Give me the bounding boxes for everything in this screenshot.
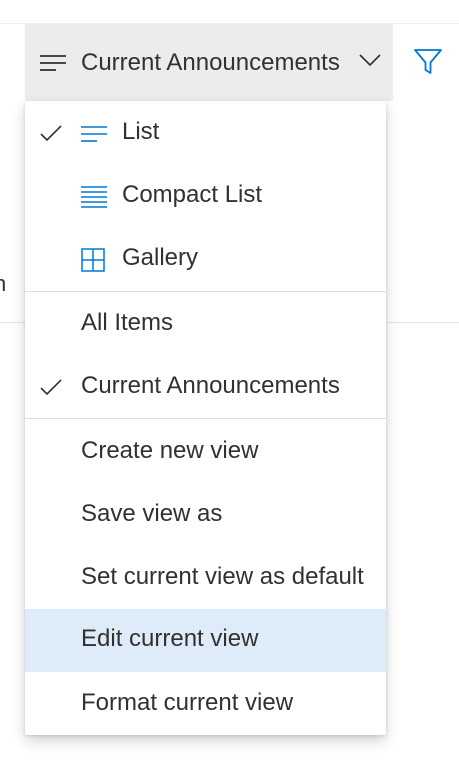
menu-item-edit-current-view[interactable]: Edit current view — [25, 609, 386, 672]
compact-list-icon — [80, 184, 108, 210]
top-strip — [0, 0, 459, 24]
menu-item-create-new-view[interactable]: Create new view — [25, 421, 386, 484]
menu-item-label: Set current view as default — [81, 563, 364, 590]
menu-item-label: All Items — [81, 309, 174, 336]
menu-item-label: Gallery — [122, 244, 199, 271]
chevron-down-icon — [359, 52, 381, 68]
menu-item-compact-list[interactable]: Compact List — [25, 165, 386, 228]
menu-item-format-current-view[interactable]: Format current view — [25, 673, 386, 736]
menu-item-label: Current Announcements — [81, 372, 340, 399]
menu-item-label: Compact List — [122, 181, 263, 208]
menu-divider — [25, 418, 386, 419]
menu-item-gallery[interactable]: Gallery — [25, 228, 386, 291]
menu-item-label: Edit current view — [81, 625, 259, 652]
view-switcher-button[interactable]: Current Announcements — [25, 24, 393, 101]
checkmark-icon — [39, 124, 63, 144]
menu-item-all-items[interactable]: All Items — [25, 293, 386, 356]
menu-item-current-announcements[interactable]: Current Announcements — [25, 356, 386, 419]
menu-item-save-view-as[interactable]: Save view as — [25, 484, 386, 547]
lines-icon — [39, 53, 67, 73]
gallery-icon — [80, 247, 108, 273]
filter-icon — [413, 47, 443, 77]
menu-item-label: Format current view — [81, 689, 294, 716]
list-icon — [80, 121, 108, 147]
menu-item-label: List — [122, 118, 160, 145]
checkmark-icon — [39, 378, 63, 398]
menu-item-label: Save view as — [81, 500, 223, 527]
menu-item-list[interactable]: List — [25, 102, 386, 165]
view-options-menu: List Compact List Gallery All Items Curr… — [25, 101, 386, 735]
menu-divider — [25, 291, 386, 292]
current-view-label: Current Announcements — [81, 48, 340, 76]
filter-button[interactable] — [408, 42, 448, 82]
menu-item-label: Create new view — [81, 437, 259, 464]
menu-item-set-default-view[interactable]: Set current view as default — [25, 547, 386, 610]
